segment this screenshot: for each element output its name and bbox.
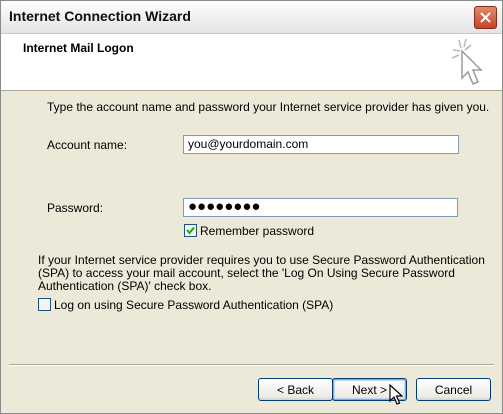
spa-note-line-2: (SPA) to access your mail account, selec… <box>38 266 455 280</box>
close-icon <box>480 12 491 23</box>
page-title: Internet Mail Logon <box>23 41 134 55</box>
cancel-button[interactable]: Cancel <box>416 378 491 401</box>
footer-divider <box>9 364 494 366</box>
title-bar[interactable]: Internet Connection Wizard <box>1 1 502 34</box>
wizard-sparkle-icon <box>451 38 483 85</box>
remember-password-checkbox[interactable] <box>184 224 197 237</box>
window-title: Internet Connection Wizard <box>9 8 191 24</box>
password-input[interactable]: ●●●●●●●● <box>183 198 458 217</box>
spa-checkbox-label[interactable]: Log on using Secure Password Authenticat… <box>54 298 333 312</box>
intro-text: Type the account name and password your … <box>47 100 490 114</box>
password-label: Password: <box>47 201 104 215</box>
account-name-input[interactable]: you@yourdomain.com <box>183 135 459 154</box>
back-button[interactable]: < Back <box>258 378 333 401</box>
account-name-label: Account name: <box>47 138 128 152</box>
remember-password-label[interactable]: Remember password <box>200 224 314 238</box>
wizard-window: Internet Connection Wizard Internet Mail… <box>0 0 503 414</box>
spa-note-line-1: If your Internet service provider requir… <box>38 253 485 267</box>
spa-note-line-3: Authentication (SPA)' check box. <box>38 279 212 293</box>
spa-checkbox[interactable] <box>38 298 51 311</box>
mouse-cursor-icon <box>389 384 403 405</box>
close-button[interactable] <box>474 6 497 29</box>
checkmark-icon <box>186 226 195 235</box>
wizard-content: Type the account name and password your … <box>1 91 502 376</box>
wizard-header: Internet Mail Logon <box>1 34 502 91</box>
